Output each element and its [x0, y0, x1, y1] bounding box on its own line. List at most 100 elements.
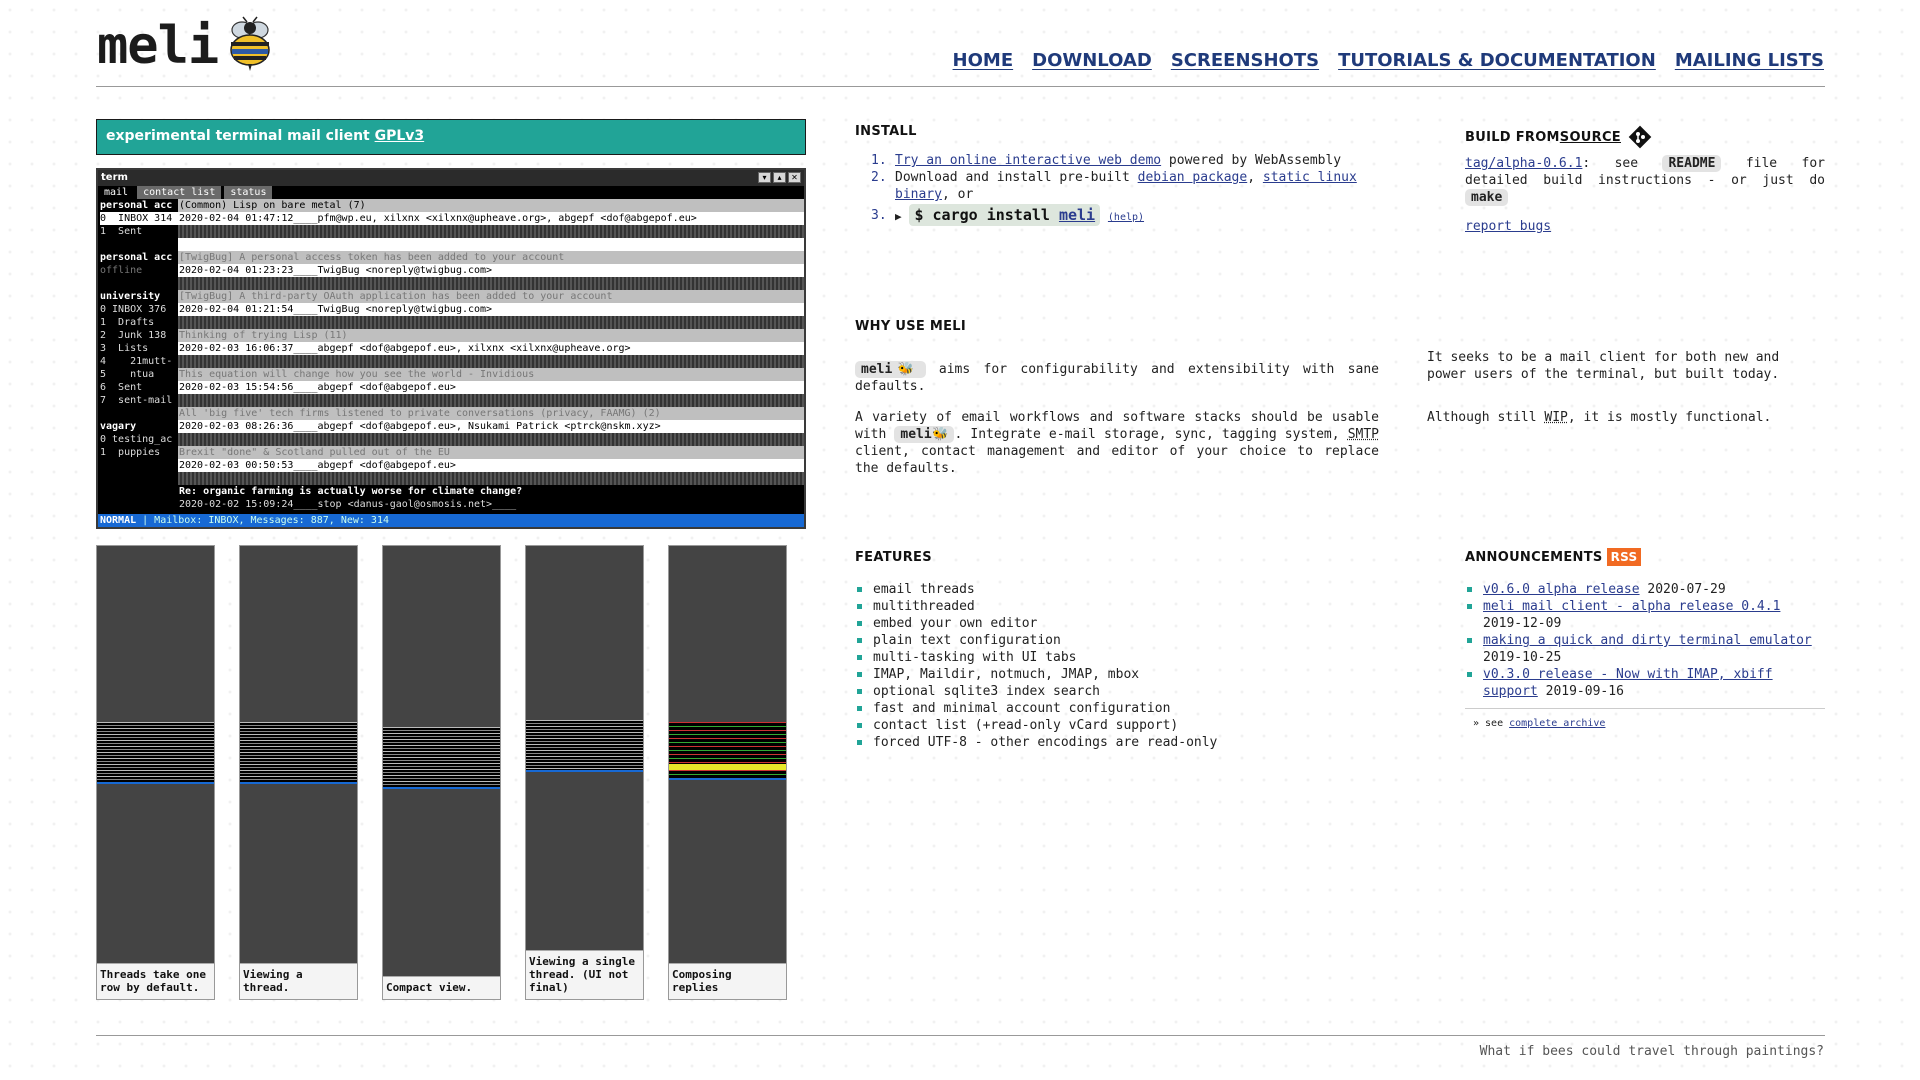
announcement-link[interactable]: v0.3.0 release - Now with IMAP, xbiff su… — [1483, 667, 1773, 699]
footer-divider — [96, 1035, 1825, 1036]
thread-info[interactable]: 2020-02-04 01:21:54____TwigBug <noreply@… — [178, 303, 804, 316]
mailbox-item[interactable]: personal acc — [100, 199, 178, 212]
why-right-1: It seeks to be a mail client for both ne… — [1427, 350, 1780, 382]
mailbox-item[interactable]: 1 Drafts — [100, 316, 178, 329]
nav-tutorials[interactable]: TUTORIALS & DOCUMENTATION — [1338, 50, 1656, 71]
source-link[interactable]: SOURCE — [1560, 130, 1621, 145]
why-right-2: Although still WIP, it is mostly functio… — [1427, 409, 1825, 426]
thread-info[interactable]: 2020-02-04 01:47:12____pfm@wp.eu, xilxnx… — [178, 212, 804, 225]
mailbox-item[interactable]: 0 testing_ac — [100, 433, 178, 446]
thread-subject[interactable]: This equation will change how you see th… — [178, 368, 804, 381]
thread-subject[interactable]: [TwigBug] A personal access token has be… — [178, 251, 804, 264]
bee-icon: 🐝 — [892, 362, 920, 377]
feature-item: forced UTF-8 - other encodings are read-… — [855, 734, 1375, 751]
bee-icon: 🐝 — [931, 427, 949, 442]
web-demo-link[interactable]: Try an online interactive web demo — [895, 153, 1161, 168]
terminal-tab-status[interactable]: status — [224, 186, 273, 199]
screenshot-thumb-single-thread[interactable]: Viewing a single thread. (UI not final) — [525, 545, 644, 1000]
feature-item: plain text configuration — [855, 632, 1375, 649]
feature-item: contact list (+read-only vCard support) — [855, 717, 1375, 734]
mailbox-item[interactable]: vagary — [100, 420, 178, 433]
terminal-tab-mail[interactable]: mail — [98, 186, 135, 199]
mailbox-item[interactable]: 7 sent-mail — [100, 394, 178, 407]
mailbox-item[interactable]: 1 Sent — [100, 225, 178, 238]
thread-info[interactable]: 2020-02-03 16:06:37____abgepf <dof@abgep… — [178, 342, 804, 355]
close-icon[interactable]: ✕ — [788, 172, 801, 183]
screenshot-thumb-threads[interactable]: Threads take one row by default. — [96, 545, 215, 1000]
announcement-link[interactable]: meli mail client - alpha release 0.4.1 — [1483, 599, 1780, 614]
mailbox-item[interactable] — [100, 277, 178, 290]
mailbox-item[interactable] — [100, 238, 178, 251]
license-link[interactable]: GPLv3 — [375, 128, 425, 144]
mailbox-item[interactable]: 5 ntua — [100, 368, 178, 381]
tagline: experimental terminal mail client GPLv3 — [96, 119, 806, 155]
current-thread-info[interactable]: 2020-02-02 15:09:24____stop <danus-gaol@… — [178, 498, 804, 511]
thread-subject[interactable]: [TwigBug] A third-party OAuth applicatio… — [178, 290, 804, 303]
debian-package-link[interactable]: debian package — [1138, 170, 1248, 185]
meli-badge-text: meli — [861, 362, 893, 377]
rss-link[interactable]: RSS — [1606, 548, 1642, 566]
nav-download[interactable]: DOWNLOAD — [1032, 50, 1152, 71]
mailbox-item[interactable]: personal acc — [100, 251, 178, 264]
make-code: make — [1465, 189, 1509, 206]
terminal-tab-contact-list[interactable]: contact list — [137, 186, 222, 199]
crate-link[interactable]: meli — [1059, 206, 1095, 224]
features-heading: FEATURES — [855, 550, 932, 565]
maximize-icon[interactable]: ▴ — [773, 172, 786, 183]
thread-separator — [178, 225, 804, 238]
minimize-icon[interactable]: ▾ — [758, 172, 771, 183]
thread-info[interactable]: 2020-02-03 15:54:56____abgepf <dof@abgep… — [178, 381, 804, 394]
announcements-heading-text: ANNOUNCEMENTS — [1465, 549, 1603, 565]
expand-arrow-icon[interactable]: ▶ — [895, 210, 902, 223]
why-paragraph-2: A variety of email workflows and softwar… — [855, 409, 1379, 477]
tag-link[interactable]: tag/alpha-0.6.1 — [1465, 156, 1582, 171]
thread-subject[interactable]: Thinking of trying Lisp (11) — [178, 329, 804, 342]
install-step-2: 2. Download and install pre-built debian … — [871, 170, 1357, 202]
mailbox-item[interactable]: university — [100, 290, 178, 303]
main-nav: HOME DOWNLOAD SCREENSHOTS TUTORIALS & DO… — [953, 50, 1824, 71]
nav-mailing-lists[interactable]: MAILING LISTS — [1675, 50, 1824, 71]
mailbox-item[interactable]: 0 INBOX 314 — [100, 212, 178, 225]
current-thread-subject[interactable]: Re: organic farming is actually worse fo… — [178, 485, 804, 498]
terminal-screenshot: term ▾ ▴ ✕ mail contact list status pers… — [96, 168, 806, 529]
thread-separator — [178, 355, 804, 368]
feature-item: optional sqlite3 index search — [855, 683, 1375, 700]
help-link[interactable]: (help) — [1108, 212, 1144, 223]
mailbox-item[interactable] — [100, 407, 178, 420]
wip-abbr: WIP — [1544, 410, 1568, 425]
thumb-caption: Viewing a single thread. (UI not final) — [526, 950, 643, 999]
why-paragraph-1-text: aims for configurability and extensibili… — [855, 362, 1379, 394]
mailbox-item[interactable]: offline — [100, 264, 178, 277]
see-text: » see — [1473, 718, 1510, 729]
thread-subject[interactable]: (Common) Lisp on bare metal (7) — [178, 199, 804, 212]
mailbox-item[interactable]: 1 puppies — [100, 446, 178, 459]
feature-item: embed your own editor — [855, 615, 1375, 632]
build-text-1: : see — [1582, 156, 1663, 171]
smtp-abbr: SMTP — [1347, 427, 1379, 442]
install-step-2-post: , or — [941, 187, 974, 202]
mailbox-item[interactable]: 4 21mutt- — [100, 355, 178, 368]
meli-badge-text: meli — [900, 427, 932, 442]
logo[interactable]: meli — [97, 16, 278, 72]
nav-screenshots[interactable]: SCREENSHOTS — [1171, 50, 1319, 71]
screenshot-thumb-viewing-thread[interactable]: Viewing a thread. — [239, 545, 358, 1000]
thread-subject[interactable]: Brexit "done" & Scotland pulled out of t… — [178, 446, 804, 459]
mailbox-item[interactable]: 0 INBOX 376 — [100, 303, 178, 316]
thread-info[interactable]: 2020-02-03 00:50:53____abgepf <dof@abgep… — [178, 459, 804, 472]
mailbox-item[interactable]: 3 Lists — [100, 342, 178, 355]
thread-subject[interactable]: All 'big five' tech firms listened to pr… — [178, 407, 804, 420]
announcement-item: meli mail client - alpha release 0.4.1 2… — [1465, 598, 1825, 632]
announcement-link[interactable]: making a quick and dirty terminal emulat… — [1483, 633, 1812, 648]
thread-info[interactable]: 2020-02-03 08:26:36____abgepf <dof@abgep… — [178, 420, 804, 433]
report-bugs-link[interactable]: report bugs — [1465, 219, 1551, 234]
thread-info[interactable]: 2020-02-04 01:23:23____TwigBug <noreply@… — [178, 264, 804, 277]
install-step-2-sep: , — [1247, 170, 1263, 185]
thumb-caption: Compact view. — [383, 976, 500, 999]
nav-home[interactable]: HOME — [953, 50, 1014, 71]
archive-link[interactable]: complete archive — [1509, 718, 1605, 729]
announcement-link[interactable]: v0.6.0 alpha release — [1483, 582, 1640, 597]
mailbox-item[interactable]: 2 Junk 138 — [100, 329, 178, 342]
mailbox-item[interactable]: 6 Sent — [100, 381, 178, 394]
screenshot-thumb-compact[interactable]: Compact view. — [382, 545, 501, 1000]
screenshot-thumb-composing[interactable]: Composing replies — [668, 545, 787, 1000]
